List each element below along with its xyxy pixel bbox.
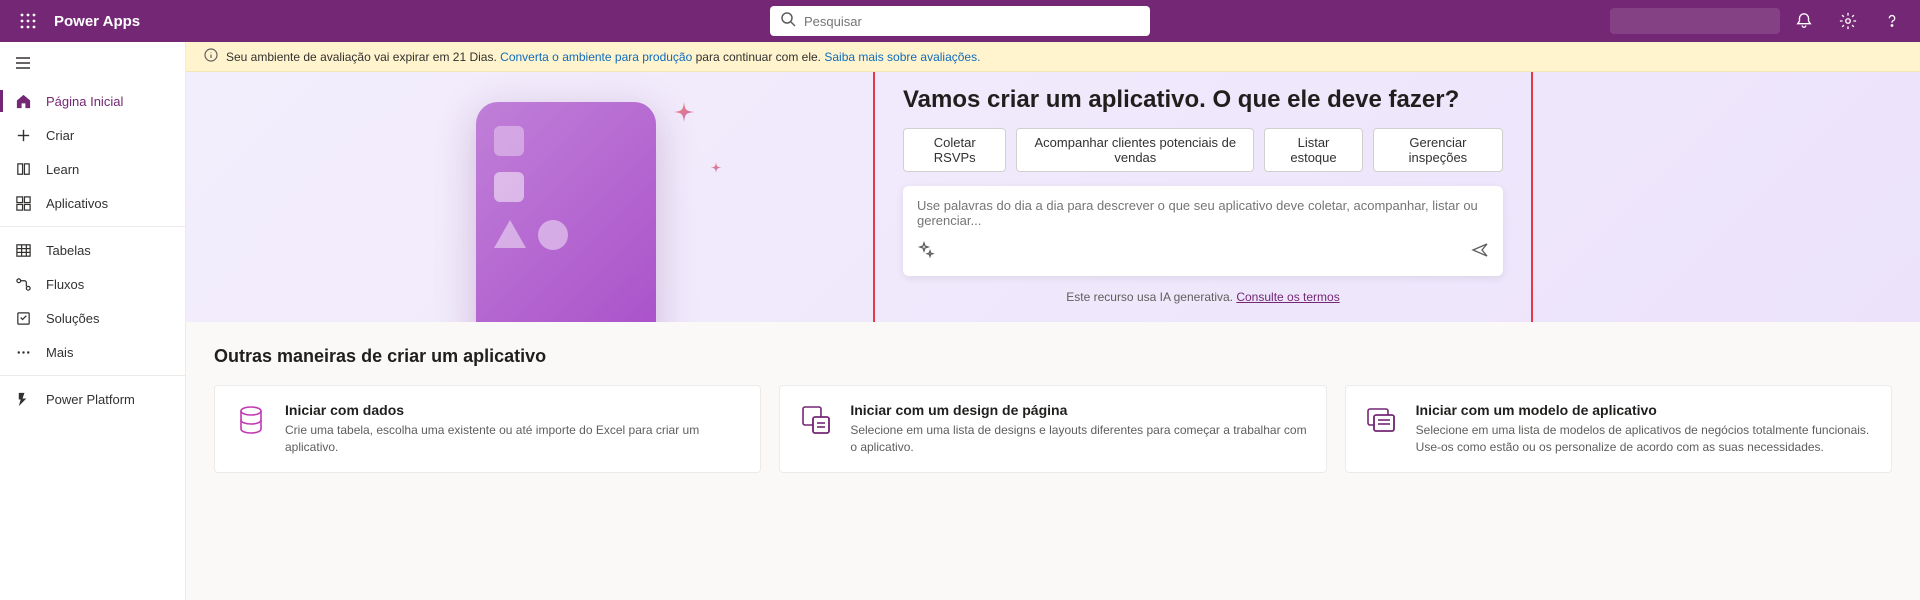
nav-label: Página Inicial	[46, 94, 123, 109]
card-desc: Crie uma tabela, escolha uma existente o…	[285, 422, 742, 456]
nav-label: Learn	[46, 162, 79, 177]
home-icon	[14, 92, 32, 110]
app-launcher-icon[interactable]	[8, 1, 48, 41]
info-icon	[204, 48, 218, 65]
terms-link[interactable]: Consulte os termos	[1236, 290, 1339, 304]
nav-label: Criar	[46, 128, 74, 143]
card-title: Iniciar com dados	[285, 402, 742, 418]
hero-title: Vamos criar um aplicativo. O que ele dev…	[903, 86, 1503, 114]
book-icon	[14, 160, 32, 178]
sparkle-icon	[706, 162, 726, 182]
chip-rsvp[interactable]: Coletar RSVPs	[903, 128, 1006, 172]
sparkle-icon[interactable]	[917, 241, 935, 264]
chip-sales-leads[interactable]: Acompanhar clientes potenciais de vendas	[1016, 128, 1254, 172]
nav-power-platform[interactable]: Power Platform	[0, 382, 185, 416]
nav-label: Tabelas	[46, 243, 91, 258]
card-start-with-data[interactable]: Iniciar com dados Crie uma tabela, escol…	[214, 385, 761, 473]
ai-disclaimer: Este recurso usa IA generativa. Consulte…	[903, 290, 1503, 304]
search-icon	[780, 11, 804, 32]
app-title: Power Apps	[54, 13, 140, 30]
nav-tables[interactable]: Tabelas	[0, 233, 185, 267]
more-icon	[14, 343, 32, 361]
nav-learn[interactable]: Learn	[0, 152, 185, 186]
banner-link-learn[interactable]: Saiba mais sobre avaliações.	[824, 50, 980, 64]
copilot-prompt-box	[903, 186, 1503, 276]
nav-apps[interactable]: Aplicativos	[0, 186, 185, 220]
power-platform-icon	[14, 390, 32, 408]
card-title: Iniciar com um design de página	[850, 402, 1307, 418]
collapse-sidebar-icon[interactable]	[0, 42, 185, 84]
hero-section: Vamos criar um aplicativo. O que ele dev…	[186, 72, 1920, 322]
sparkle-icon	[666, 102, 702, 138]
card-title: Iniciar com um modelo de aplicativo	[1416, 402, 1873, 418]
chip-inventory[interactable]: Listar estoque	[1264, 128, 1363, 172]
nav-divider	[0, 226, 185, 227]
card-start-with-design[interactable]: Iniciar com um design de página Selecion…	[779, 385, 1326, 473]
settings-icon[interactable]	[1828, 1, 1868, 41]
copilot-hero-card: Vamos criar um aplicativo. O que ele dev…	[873, 72, 1533, 322]
copilot-prompt-input[interactable]	[917, 198, 1489, 230]
template-icon	[1364, 402, 1400, 438]
send-icon[interactable]	[1471, 241, 1489, 264]
search-input[interactable]	[804, 14, 1140, 29]
chip-inspections[interactable]: Gerenciar inspeções	[1373, 128, 1503, 172]
banner-link-convert[interactable]: Converta o ambiente para produção	[500, 50, 692, 64]
nav-label: Power Platform	[46, 392, 135, 407]
nav-divider	[0, 375, 185, 376]
nav-solutions[interactable]: Soluções	[0, 301, 185, 335]
nav-create[interactable]: Criar	[0, 118, 185, 152]
flow-icon	[14, 275, 32, 293]
hero-illustration	[476, 102, 656, 322]
card-start-with-template[interactable]: Iniciar com um modelo de aplicativo Sele…	[1345, 385, 1892, 473]
left-sidebar: Página Inicial Criar Learn Aplicativos T…	[0, 42, 186, 600]
section-title: Outras maneiras de criar um aplicativo	[214, 346, 1892, 367]
other-ways-section: Outras maneiras de criar um aplicativo I…	[186, 322, 1920, 497]
main-content: Seu ambiente de avaliação vai expirar em…	[186, 42, 1920, 600]
nav-more[interactable]: Mais	[0, 335, 185, 369]
create-cards: Iniciar com dados Crie uma tabela, escol…	[214, 385, 1892, 473]
nav-home[interactable]: Página Inicial	[0, 84, 185, 118]
nav-label: Mais	[46, 345, 73, 360]
help-icon[interactable]	[1872, 1, 1912, 41]
nav-flows[interactable]: Fluxos	[0, 267, 185, 301]
plus-icon	[14, 126, 32, 144]
table-icon	[14, 241, 32, 259]
environment-picker[interactable]	[1610, 8, 1780, 34]
trial-banner: Seu ambiente de avaliação vai expirar em…	[186, 42, 1920, 72]
nav-label: Fluxos	[46, 277, 84, 292]
layout-icon	[798, 402, 834, 438]
banner-text: Seu ambiente de avaliação vai expirar em…	[226, 50, 980, 64]
nav-label: Aplicativos	[46, 196, 108, 211]
apps-icon	[14, 194, 32, 212]
suggestion-chips: Coletar RSVPs Acompanhar clientes potenc…	[903, 128, 1503, 172]
notifications-icon[interactable]	[1784, 1, 1824, 41]
solutions-icon	[14, 309, 32, 327]
top-header: Power Apps	[0, 0, 1920, 42]
database-icon	[233, 402, 269, 438]
card-desc: Selecione em uma lista de modelos de apl…	[1416, 422, 1873, 456]
nav-label: Soluções	[46, 311, 99, 326]
card-desc: Selecione em uma lista de designs e layo…	[850, 422, 1307, 456]
search-box[interactable]	[770, 6, 1150, 36]
